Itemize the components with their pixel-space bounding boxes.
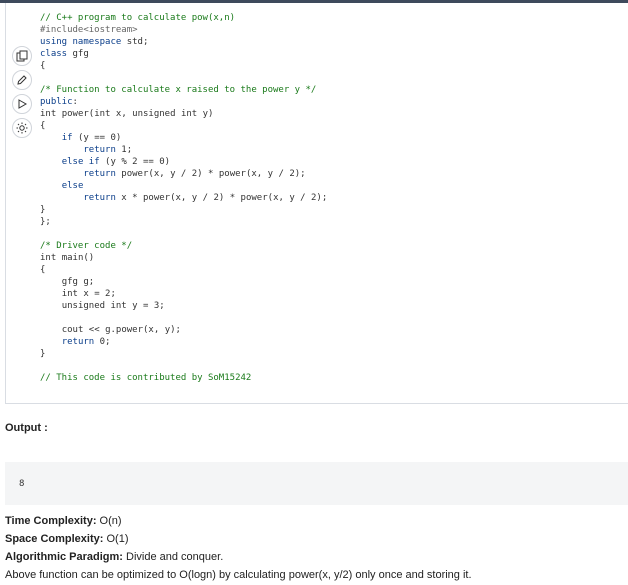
copy-button[interactable] xyxy=(12,46,32,66)
code-line: using namespace std; xyxy=(40,37,149,47)
code-block: // C++ program to calculate pow(x,n) #inc… xyxy=(40,12,327,384)
output-label: Output : xyxy=(5,422,48,434)
code-line: if (y == 0) xyxy=(61,133,122,143)
time-complexity: Time Complexity: O(n) xyxy=(5,515,122,527)
code-line: return 0; xyxy=(61,337,111,347)
code-line: gfg g; xyxy=(61,277,95,287)
optimization-note: Above function can be optimized to O(log… xyxy=(5,569,472,581)
code-line: return power(x, y / 2) * power(x, y / 2)… xyxy=(83,169,306,179)
code-line: int power(int x, unsigned int y) xyxy=(40,109,214,119)
code-line: cout << g.power(x, y); xyxy=(61,325,181,335)
code-line: /* Function to calculate x raised to the… xyxy=(40,85,317,95)
code-line: return x * power(x, y / 2) * power(x, y … xyxy=(83,193,328,203)
code-line: }; xyxy=(40,217,51,227)
code-line: int main() xyxy=(40,253,95,263)
code-line: } xyxy=(40,349,46,359)
code-line: { xyxy=(40,61,46,71)
theme-icon xyxy=(16,122,28,134)
code-line: #include<iostream> xyxy=(40,25,138,35)
code-line: class gfg xyxy=(40,49,89,59)
space-complexity-label: Space Complexity: xyxy=(5,533,104,545)
code-line: else xyxy=(61,181,84,191)
theme-toggle-button[interactable] xyxy=(12,118,32,138)
code-line: // C++ program to calculate pow(x,n) xyxy=(40,13,236,23)
algorithmic-paradigm: Algorithmic Paradigm: Divide and conquer… xyxy=(5,551,223,563)
output-box xyxy=(5,462,628,505)
code-line: } xyxy=(40,205,46,215)
run-button[interactable] xyxy=(12,94,32,114)
output-value: 8 xyxy=(19,479,25,489)
space-complexity-value: O(1) xyxy=(103,533,129,545)
time-complexity-value: O(n) xyxy=(96,515,122,527)
space-complexity: Space Complexity: O(1) xyxy=(5,533,128,545)
paradigm-label: Algorithmic Paradigm: xyxy=(5,551,123,563)
edit-icon xyxy=(17,75,27,85)
code-line: // This code is contributed by SoM15242 xyxy=(40,373,252,383)
paradigm-value: Divide and conquer. xyxy=(122,551,224,563)
time-complexity-label: Time Complexity: xyxy=(5,515,97,527)
code-line: int x = 2; xyxy=(61,289,116,299)
code-line: /* Driver code */ xyxy=(40,241,133,251)
code-line: else if (y % 2 == 0) xyxy=(61,157,171,167)
edit-button[interactable] xyxy=(12,70,32,90)
code-line: { xyxy=(40,121,46,131)
code-line: { xyxy=(40,265,46,275)
run-icon xyxy=(18,99,28,109)
code-line: unsigned int y = 3; xyxy=(61,301,165,311)
code-line: return 1; xyxy=(83,145,133,155)
code-line: public: xyxy=(40,97,78,107)
copy-icon xyxy=(16,50,28,62)
code-toolbar xyxy=(12,46,34,142)
